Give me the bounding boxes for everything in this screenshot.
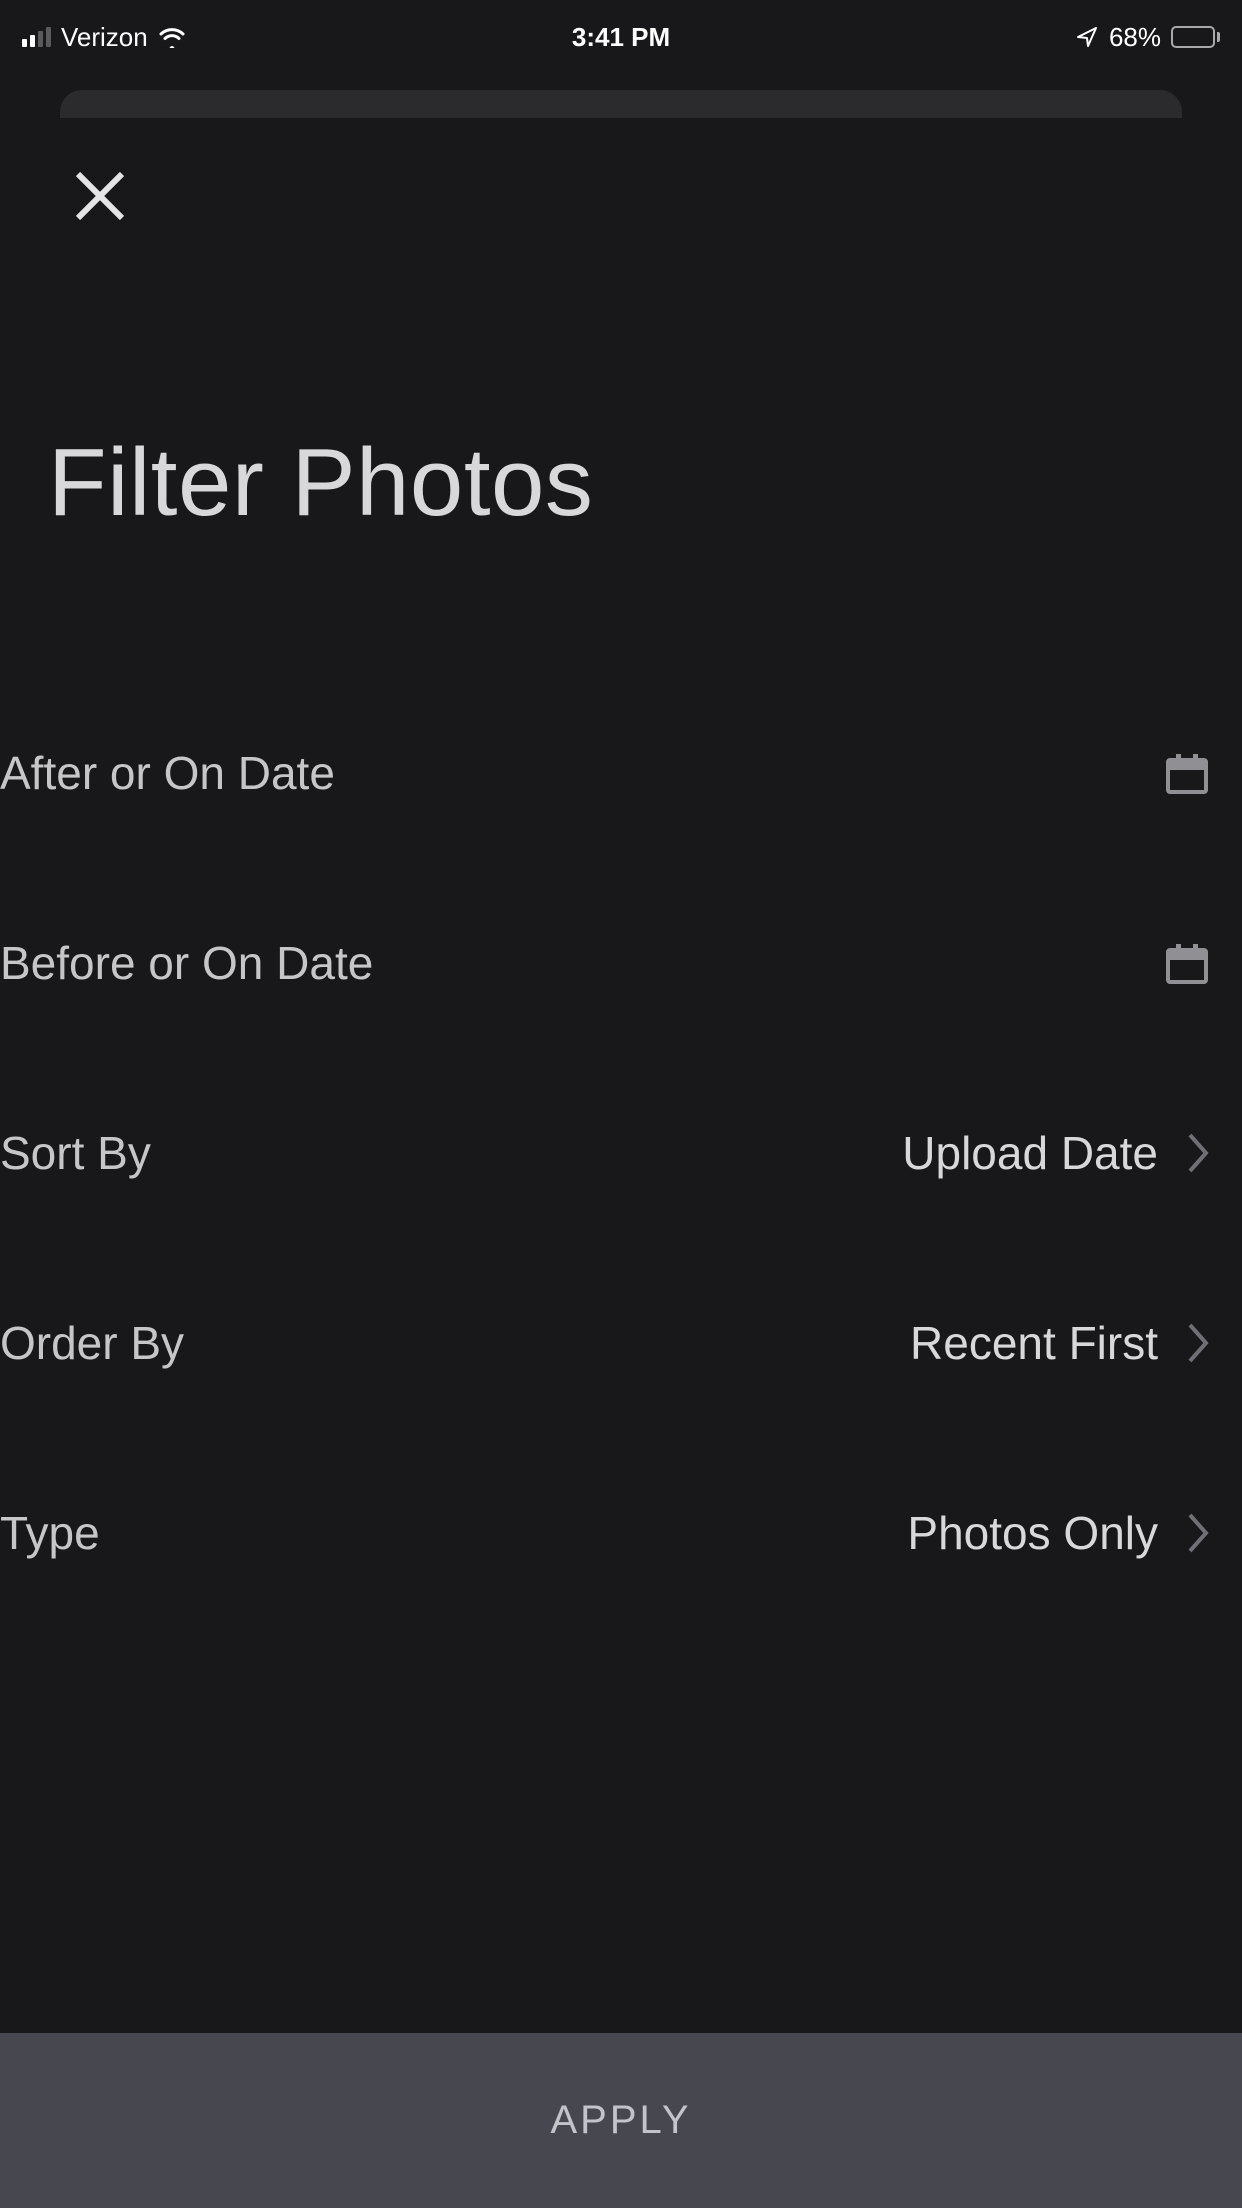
battery-icon <box>1171 26 1220 48</box>
chevron-right-icon <box>1186 1511 1212 1555</box>
chevron-right-icon <box>1186 1321 1212 1365</box>
location-icon <box>1075 25 1099 49</box>
status-time: 3:41 PM <box>0 22 1242 53</box>
battery-percent-label: 68% <box>1109 22 1161 53</box>
close-button[interactable] <box>60 158 140 238</box>
type-value: Photos Only <box>907 1506 1158 1560</box>
before-date-label: Before or On Date <box>0 936 373 990</box>
sort-by-label: Sort By <box>0 1126 151 1180</box>
calendar-icon <box>1162 748 1212 798</box>
filter-sheet: Filter Photos After or On Date Before or… <box>0 118 1242 2208</box>
page-title: Filter Photos <box>48 428 593 538</box>
background-sheet-hint <box>60 90 1182 118</box>
sort-by-row[interactable]: Sort By Upload Date <box>0 1058 1242 1248</box>
type-row[interactable]: Type Photos Only <box>0 1438 1242 1628</box>
order-by-label: Order By <box>0 1316 184 1370</box>
type-label: Type <box>0 1506 100 1560</box>
cellular-signal-icon <box>22 27 51 47</box>
close-icon <box>70 166 130 231</box>
after-date-label: After or On Date <box>0 746 335 800</box>
chevron-right-icon <box>1186 1131 1212 1175</box>
apply-button[interactable]: APPLY <box>0 2033 1242 2208</box>
carrier-label: Verizon <box>61 22 148 53</box>
status-bar: Verizon 3:41 PM 68% <box>0 0 1242 60</box>
order-by-row[interactable]: Order By Recent First <box>0 1248 1242 1438</box>
status-left: Verizon <box>22 22 186 53</box>
apply-label: APPLY <box>551 2098 692 2143</box>
filter-rows: After or On Date Before or On Date <box>0 678 1242 1628</box>
before-date-row[interactable]: Before or On Date <box>0 868 1242 1058</box>
order-by-value: Recent First <box>910 1316 1158 1370</box>
sort-by-value: Upload Date <box>902 1126 1158 1180</box>
wifi-icon <box>158 26 186 48</box>
calendar-icon <box>1162 938 1212 988</box>
after-date-row[interactable]: After or On Date <box>0 678 1242 868</box>
status-right: 68% <box>1075 22 1220 53</box>
